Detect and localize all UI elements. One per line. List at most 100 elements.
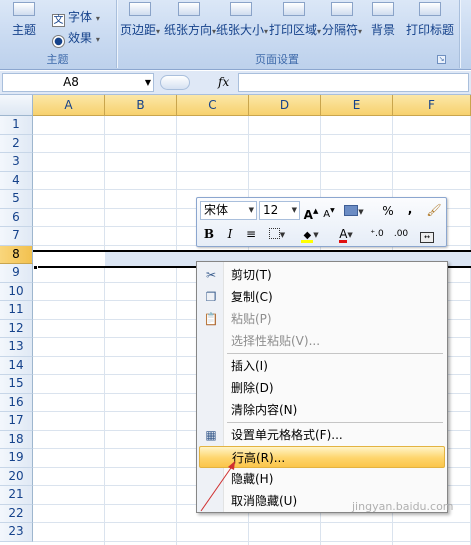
column-header-a[interactable]: A <box>33 95 105 116</box>
menu-item-paste-special: 选择性粘贴(V)... <box>231 334 321 348</box>
margins-icon <box>129 2 151 16</box>
orientation-icon <box>178 2 200 16</box>
row-header-2[interactable]: 2 <box>0 134 33 153</box>
scissors-icon: ✂ <box>205 268 217 282</box>
fill-color-button[interactable]: ◆ ▼ <box>297 225 323 243</box>
menu-item-clear-contents[interactable]: 清除内容(N) <box>199 399 445 421</box>
grid-line <box>33 189 471 190</box>
group-separator <box>459 0 460 68</box>
decrease-decimal-button[interactable]: .00 <box>391 225 411 243</box>
menu-separator <box>227 422 443 423</box>
chevron-down-icon[interactable]: ▼ <box>145 74 151 91</box>
column-header-e[interactable]: E <box>321 95 393 116</box>
grid-line <box>33 522 471 523</box>
row-header-9[interactable]: 9 <box>0 264 33 283</box>
column-header-d[interactable]: D <box>249 95 321 116</box>
italic-button[interactable]: I <box>222 225 238 243</box>
column-header-c[interactable]: C <box>177 95 249 116</box>
print-titles-button[interactable]: 打印标题 <box>404 2 456 50</box>
merge-center-button[interactable]: ↔ <box>417 225 437 243</box>
grid-line <box>104 116 105 545</box>
row-header-5[interactable]: 5 <box>0 190 33 209</box>
fill-color-icon: ◆ <box>301 231 314 243</box>
active-cell[interactable] <box>33 252 105 266</box>
format-cells-icon: ▦ <box>205 428 217 442</box>
effects-icon: ● <box>52 35 65 48</box>
cell-styles-icon <box>344 205 359 216</box>
row-header-3[interactable]: 3 <box>0 153 33 172</box>
ribbon: 主题 文字体 ▾ ● 效果 ▾ 主题 页边距▾ 纸张方向▾ 纸张大小▾ 打印区域▾… <box>0 0 471 70</box>
bold-button[interactable]: B <box>201 225 217 243</box>
row-header-18[interactable]: 18 <box>0 430 33 449</box>
menu-item-format-cells[interactable]: ▦ 设置单元格格式(F)... <box>199 424 445 446</box>
chevron-down-icon: ▼ <box>248 206 254 214</box>
row-header-6[interactable]: 6 <box>0 208 33 227</box>
row-header-19[interactable]: 19 <box>0 449 33 468</box>
select-all-button[interactable] <box>0 95 33 116</box>
menu-item-insert[interactable]: 插入(I) <box>199 355 445 377</box>
margins-button[interactable]: 页边距▾ <box>120 2 160 50</box>
column-header-f[interactable]: F <box>393 95 471 116</box>
fonts-button[interactable]: 文字体 ▾ <box>52 8 100 27</box>
row-header-16[interactable]: 16 <box>0 393 33 412</box>
font-color-button[interactable]: A▼ <box>333 225 359 243</box>
cell-styles-button[interactable]: ▼ <box>341 202 367 220</box>
chevron-down-icon: ▼ <box>291 206 297 214</box>
menu-separator <box>227 353 443 354</box>
borders-button[interactable]: ▼ <box>264 225 290 243</box>
percent-button[interactable]: % <box>381 202 395 220</box>
shrink-font-button[interactable]: A▼ <box>321 202 337 220</box>
printer-icon <box>283 2 305 16</box>
orientation-button[interactable]: 纸张方向▾ <box>164 2 216 50</box>
decrease-decimal-icon: .00 <box>393 229 409 239</box>
row-header-21[interactable]: 21 <box>0 486 33 505</box>
row-header-7[interactable]: 7 <box>0 227 33 246</box>
increase-decimal-button[interactable]: ⁺.0 <box>367 225 387 243</box>
row-header-14[interactable]: 14 <box>0 356 33 375</box>
row-header-22[interactable]: 22 <box>0 504 33 523</box>
background-button[interactable]: 背景 <box>366 2 400 50</box>
arrow-line <box>200 464 234 512</box>
row-header-13[interactable]: 13 <box>0 338 33 357</box>
grow-font-button[interactable]: A▲ <box>303 202 319 222</box>
column-header-b[interactable]: B <box>105 95 177 116</box>
page-setup-dialog-launcher[interactable]: ↘ <box>437 55 446 64</box>
fill-handle[interactable] <box>33 265 38 270</box>
excel-window: 主题 文字体 ▾ ● 效果 ▾ 主题 页边距▾ 纸张方向▾ 纸张大小▾ 打印区域▾… <box>0 0 471 545</box>
row-header-12[interactable]: 12 <box>0 319 33 338</box>
size-button[interactable]: 纸张大小▾ <box>216 2 268 50</box>
formula-input[interactable] <box>238 73 469 92</box>
comma-button[interactable]: , <box>405 200 415 218</box>
arrow-head <box>228 461 235 470</box>
menu-item-delete[interactable]: 删除(D) <box>199 377 445 399</box>
watermark: jingyan.baidu.com <box>352 500 454 513</box>
row-header-10[interactable]: 10 <box>0 282 33 301</box>
row-header-15[interactable]: 15 <box>0 375 33 394</box>
font-size-box[interactable]: 12 ▼ <box>259 201 300 220</box>
formula-bar-handle[interactable] <box>160 75 190 90</box>
row-header-1[interactable]: 1 <box>0 116 33 135</box>
breaks-button[interactable]: 分隔符▾ <box>322 2 362 50</box>
page-setup-group-label: 页面设置 <box>255 53 299 66</box>
insert-function-button[interactable]: fx <box>218 73 229 92</box>
paste-icon: 📋 <box>203 312 219 326</box>
name-box[interactable]: A8 ▼ <box>2 73 154 92</box>
print-titles-icon <box>419 2 441 16</box>
menu-item-copy[interactable]: ❐ 复制(C) <box>199 286 445 308</box>
row-header-20[interactable]: 20 <box>0 467 33 486</box>
size-icon <box>230 2 252 16</box>
menu-item-cut[interactable]: ✂ 剪切(T) <box>199 264 445 286</box>
row-header-8[interactable]: 8 <box>0 245 33 264</box>
paintbrush-icon: 🖌 <box>426 203 442 217</box>
center-align-button[interactable]: ≡ <box>243 225 259 243</box>
font-name-box[interactable]: 宋体 ▼ <box>200 201 257 220</box>
themes-button[interactable]: 主题 <box>4 2 44 50</box>
print-area-button[interactable]: 打印区域▾ <box>269 2 321 50</box>
format-painter-button[interactable]: 🖌 <box>425 201 443 219</box>
row-header-23[interactable]: 23 <box>0 523 33 542</box>
row-header-17[interactable]: 17 <box>0 412 33 431</box>
row-header-11[interactable]: 11 <box>0 301 33 320</box>
effects-button[interactable]: ● 效果 ▾ <box>52 29 100 48</box>
row-header-4[interactable]: 4 <box>0 171 33 190</box>
themes-icon <box>13 2 35 16</box>
